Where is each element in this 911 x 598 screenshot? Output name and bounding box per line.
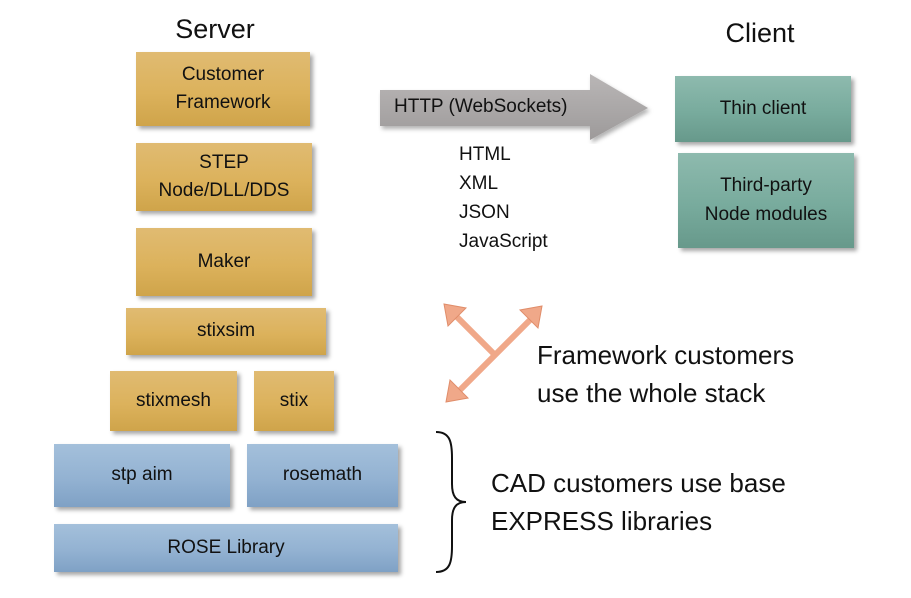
layer-label-line: Node/DLL/DDS bbox=[158, 180, 290, 201]
note-line: Framework customers bbox=[537, 340, 795, 370]
layer-maker: Maker bbox=[136, 228, 312, 296]
note-line: EXPRESS libraries bbox=[491, 506, 713, 536]
layer-label-line: Customer bbox=[181, 63, 265, 85]
format-item: JSON bbox=[459, 202, 510, 223]
client-heading: Client bbox=[725, 18, 795, 48]
note-line: use the whole stack bbox=[537, 378, 766, 408]
note-line: CAD customers use base bbox=[491, 468, 786, 498]
client-thin-client: Thin client bbox=[675, 76, 851, 142]
layer-stixmesh: stixmesh bbox=[110, 371, 237, 431]
layer-customer-framework: Customer Framework bbox=[136, 52, 310, 126]
client-label-line: Third-party bbox=[720, 175, 812, 196]
brace-icon bbox=[435, 431, 467, 573]
branch-arrow-line bbox=[449, 309, 499, 359]
layer-rose-library: ROSE Library bbox=[54, 524, 398, 572]
cad-note: CAD customers use base EXPRESS libraries bbox=[491, 464, 786, 540]
layer-label-line: STEP bbox=[199, 151, 249, 173]
client-third-party-modules: Third-party Node modules bbox=[678, 153, 854, 248]
format-item: XML bbox=[459, 173, 499, 194]
http-arrow-label: HTTP (WebSockets) bbox=[394, 96, 568, 117]
framework-arrows-icon bbox=[443, 303, 543, 403]
layer-stp-aim: stp aim bbox=[54, 444, 230, 507]
format-list: HTML XML JSON JavaScript bbox=[459, 140, 548, 256]
layer-stix: stix bbox=[254, 371, 334, 431]
client-label-line: Node modules bbox=[704, 203, 828, 225]
format-item: HTML bbox=[459, 144, 511, 165]
layer-rosemath: rosemath bbox=[247, 444, 398, 507]
server-heading: Server bbox=[175, 14, 255, 44]
format-item: JavaScript bbox=[459, 231, 548, 252]
layer-label-line: Framework bbox=[175, 92, 271, 113]
layer-stixsim: stixsim bbox=[126, 308, 326, 355]
framework-note: Framework customers use the whole stack bbox=[537, 336, 794, 412]
layer-step-node: STEP Node/DLL/DDS bbox=[136, 143, 312, 211]
